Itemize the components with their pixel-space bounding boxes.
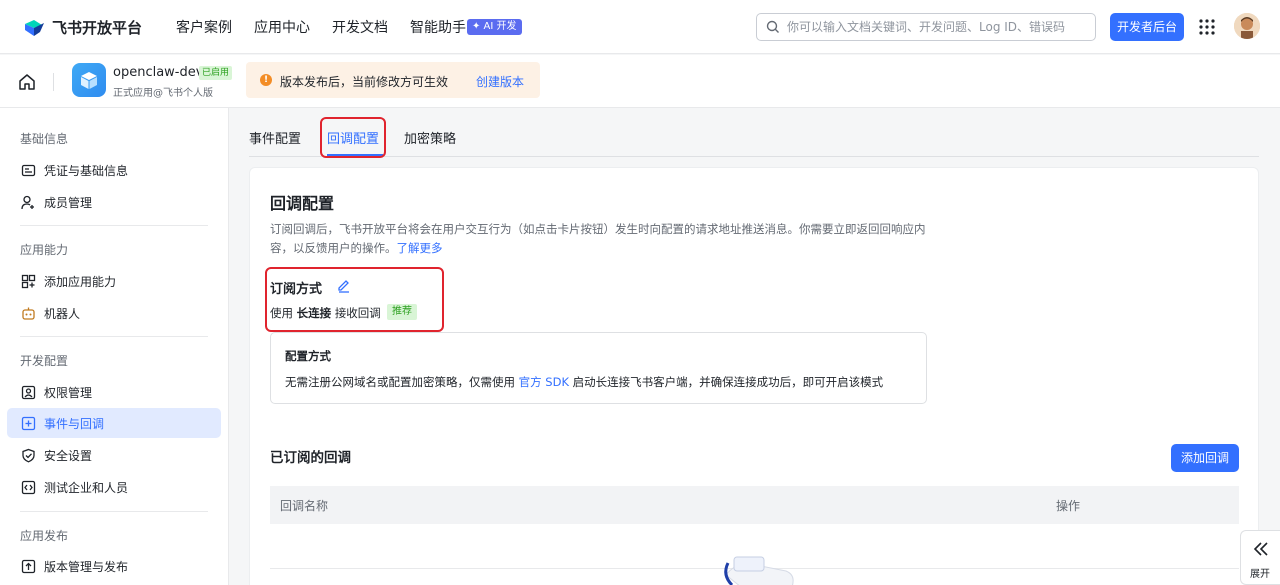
sidebar-item-permissions[interactable]: 权限管理 <box>7 377 221 407</box>
create-version-link[interactable]: 创建版本 <box>476 73 524 90</box>
empty-state-illustration-icon <box>724 556 794 585</box>
tab-encryption[interactable]: 加密策略 <box>404 128 456 147</box>
sidebar-item-label: 凭证与基础信息 <box>44 164 129 178</box>
user-avatar[interactable] <box>1234 13 1260 39</box>
sidebar-divider <box>20 511 208 512</box>
nav-dev-docs[interactable]: 开发文档 <box>332 17 388 37</box>
column-callback-name: 回调名称 <box>280 499 329 513</box>
home-icon[interactable] <box>18 73 36 91</box>
app-header: openclaw-dev 已启用 正式应用@飞书个人版 ! 版本发布后，当前修改… <box>0 55 1280 108</box>
subscribed-callbacks-title: 已订阅的回调 <box>270 450 351 466</box>
ai-badge: ✦ AI 开发 <box>467 19 522 35</box>
official-sdk-link[interactable]: 官方 SDK <box>519 375 569 389</box>
robot-icon <box>22 307 35 320</box>
apps-grid-icon[interactable] <box>1199 19 1215 35</box>
search-box[interactable] <box>756 13 1096 41</box>
nav-ai-assistant[interactable]: 智能助手 <box>410 17 466 37</box>
callbacks-table-header: 回调名称 操作 <box>270 486 1239 524</box>
developer-console-button[interactable]: 开发者后台 <box>1110 13 1184 41</box>
sidebar-item-security[interactable]: 安全设置 <box>7 440 221 470</box>
tab-event-config[interactable]: 事件配置 <box>249 128 301 147</box>
double-chevron-left-icon <box>1253 542 1268 556</box>
sidebar-section-dev: 开发配置 <box>20 354 69 368</box>
sidebar-section-release: 应用发布 <box>20 529 69 543</box>
sidebar-item-add-capability[interactable]: 添加应用能力 <box>7 266 221 296</box>
brand-logo[interactable]: 飞书开放平台 <box>22 15 142 39</box>
add-capability-icon <box>21 274 36 289</box>
code-test-icon <box>21 480 36 495</box>
callback-config-card: 回调配置 订阅回调后，飞书开放平台将会在用户交互行为（如点击卡片按钮）发生时向配… <box>249 167 1259 585</box>
avatar-icon <box>1234 13 1260 39</box>
release-notice: ! 版本发布后，当前修改方可生效 创建版本 <box>246 62 540 98</box>
top-nav: 飞书开放平台 客户案例 应用中心 开发文档 智能助手 ✦ AI 开发 开发者后台 <box>0 0 1280 54</box>
nav-app-center[interactable]: 应用中心 <box>254 17 310 37</box>
description-text: 订阅回调后，飞书开放平台将会在用户交互行为（如点击卡片按钮）发生时向配置的请求地… <box>270 222 926 255</box>
sidebar-item-events-callbacks[interactable]: 事件与回调 <box>7 408 221 438</box>
permission-icon <box>21 385 36 400</box>
add-callback-button[interactable]: 添加回调 <box>1171 444 1239 472</box>
status-badge: 已启用 <box>199 66 233 80</box>
app-name: openclaw-dev <box>113 65 204 80</box>
sidebar-item-label: 版本管理与发布 <box>44 560 129 574</box>
sidebar-item-bot[interactable]: 机器人 <box>7 298 221 328</box>
sidebar-divider <box>20 225 208 226</box>
sidebar-divider <box>20 336 208 337</box>
page-title: 回调配置 <box>270 194 335 213</box>
sidebar-item-credentials[interactable]: 凭证与基础信息 <box>7 155 221 185</box>
config-text-b: 启动长连接飞书客户端，并确保连接成功后，即可开启该模式 <box>572 375 884 389</box>
nav-customer-cases[interactable]: 客户案例 <box>176 17 232 37</box>
sidebar-item-label: 权限管理 <box>44 386 93 400</box>
learn-more-link[interactable]: 了解更多 <box>397 241 443 255</box>
warning-icon: ! <box>260 74 272 86</box>
header-divider <box>53 73 54 91</box>
sidebar: 基础信息 凭证与基础信息 成员管理 应用能力 添加应用能力 机器人 开发配置 权… <box>0 108 229 585</box>
highlight-box-subscribe-mode <box>265 267 444 332</box>
search-input[interactable] <box>787 14 1087 40</box>
notice-text: 版本发布后，当前修改方可生效 <box>280 75 449 89</box>
column-actions: 操作 <box>1056 499 1081 513</box>
credential-card-icon <box>21 164 36 177</box>
config-method-text: 无需注册公网域名或配置加密策略，仅需使用 官方 SDK 启动长连接飞书客户端，并… <box>285 374 883 390</box>
shield-icon <box>22 448 35 463</box>
event-icon <box>21 416 36 431</box>
config-tabs: 事件配置 回调配置 加密策略 <box>249 108 1259 157</box>
release-upload-icon <box>21 559 36 574</box>
expand-panel-button[interactable]: 展开 <box>1240 530 1280 585</box>
highlight-box-tab <box>320 117 386 158</box>
sidebar-item-label: 成员管理 <box>44 196 93 210</box>
sidebar-item-label: 事件与回调 <box>44 417 105 431</box>
app-subtitle: 正式应用@飞书个人版 <box>113 88 213 99</box>
sidebar-item-label: 添加应用能力 <box>44 275 117 289</box>
sidebar-section-basic: 基础信息 <box>20 132 69 146</box>
user-add-icon <box>21 195 34 210</box>
app-icon <box>72 63 106 97</box>
config-method-box: 配置方式 无需注册公网域名或配置加密策略，仅需使用 官方 SDK 启动长连接飞书… <box>270 332 927 404</box>
search-icon <box>766 20 779 33</box>
cube-icon <box>81 72 97 89</box>
feishu-logo-icon <box>25 20 44 36</box>
sidebar-item-label: 安全设置 <box>44 449 93 463</box>
sidebar-item-test-tenants[interactable]: 测试企业和人员 <box>7 472 221 502</box>
sidebar-item-label: 测试企业和人员 <box>44 481 129 495</box>
config-text-a: 无需注册公网域名或配置加密策略，仅需使用 <box>285 375 515 389</box>
sidebar-item-label: 机器人 <box>44 307 81 321</box>
description: 订阅回调后，飞书开放平台将会在用户交互行为（如点击卡片按钮）发生时向配置的请求地… <box>270 220 945 258</box>
brand-name: 飞书开放平台 <box>52 18 143 37</box>
expand-label: 展开 <box>1250 569 1270 580</box>
config-method-title: 配置方式 <box>285 349 331 363</box>
sidebar-item-versions[interactable]: 版本管理与发布 <box>7 551 221 581</box>
sidebar-section-capabilities: 应用能力 <box>20 243 69 257</box>
sidebar-item-members[interactable]: 成员管理 <box>7 187 221 217</box>
